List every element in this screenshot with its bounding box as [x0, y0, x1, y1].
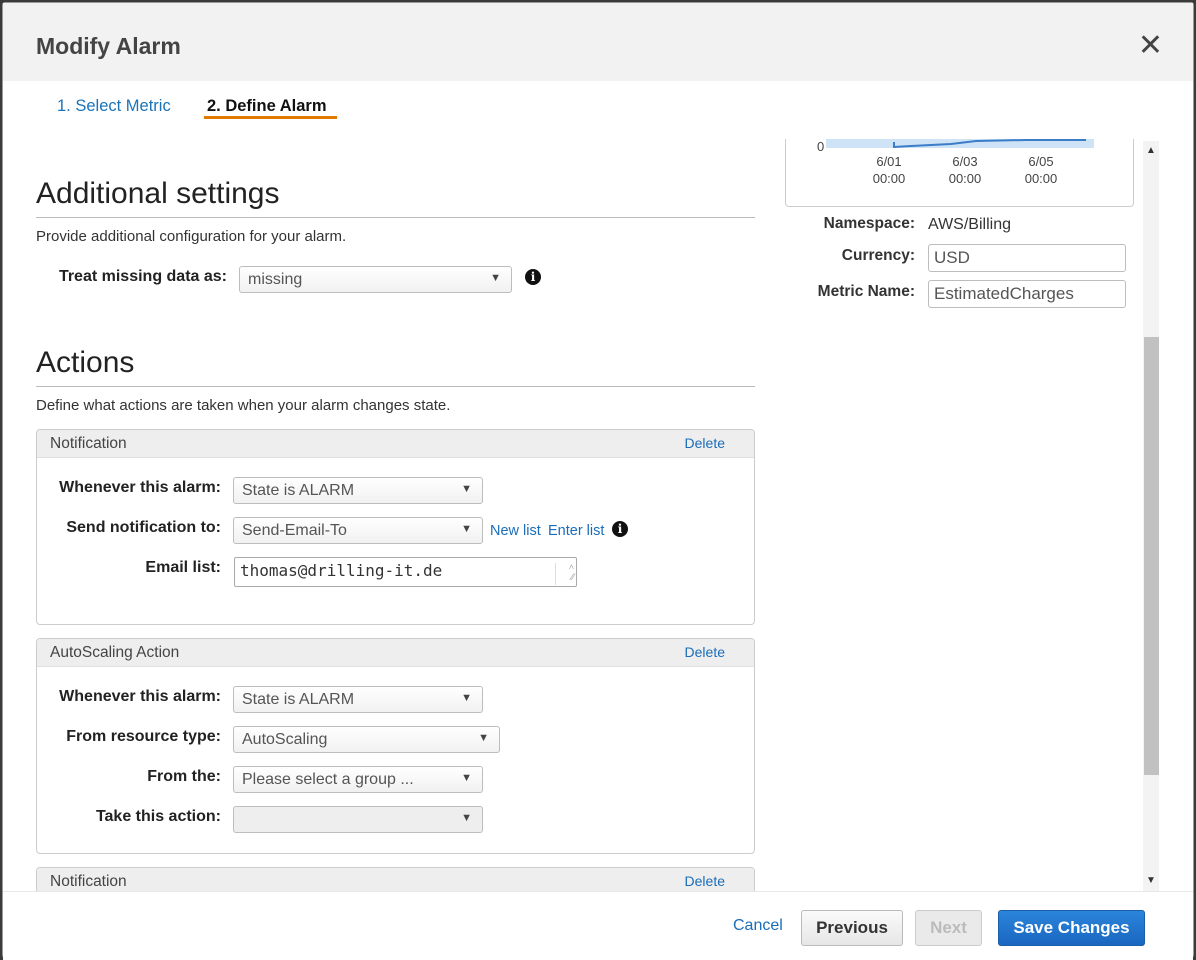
chart-x-tick-date: 6/01: [876, 154, 901, 169]
treat-missing-value: missing: [248, 271, 303, 288]
chart-x-tick-time: 00:00: [949, 171, 982, 186]
wizard-tabs: 1. Select Metric 2. Define Alarm: [3, 81, 1193, 139]
cancel-button[interactable]: Cancel: [733, 917, 783, 935]
scroll-down-icon[interactable]: ▼: [1146, 875, 1156, 886]
alarm-state-select[interactable]: State is ALARM ▼: [233, 477, 483, 504]
modal-header: Modify Alarm ✕: [3, 3, 1193, 82]
chevron-down-icon: ▼: [478, 732, 489, 744]
chart-x-tick-date: 6/05: [1028, 154, 1053, 169]
take-action-label: Take this action:: [95, 808, 221, 825]
alarm-state-value: State is ALARM: [242, 691, 355, 708]
next-button[interactable]: Next: [915, 910, 982, 946]
delete-link[interactable]: Delete: [685, 644, 725, 660]
treat-missing-label: Treat missing data as:: [58, 268, 227, 285]
whenever-label: Whenever this alarm:: [59, 479, 221, 496]
chevron-down-icon: ▼: [461, 772, 472, 784]
chevron-down-icon: ▼: [461, 812, 472, 824]
modal-content: 0 6/01 00:00 6/03 00:00 6/05 00:00 Names…: [3, 139, 1163, 891]
chart-y-tick: 0: [817, 139, 824, 154]
actions-heading: Actions: [36, 346, 135, 379]
send-notification-label: Send notification to:: [66, 519, 221, 536]
action-select[interactable]: ▼: [233, 806, 483, 833]
metric-chart-svg: 0 6/01 00:00 6/03 00:00 6/05 00:00: [817, 139, 1094, 186]
section-divider: [36, 217, 755, 218]
enter-list-link[interactable]: Enter list: [548, 523, 604, 539]
metric-chart: 0 6/01 00:00 6/03 00:00 6/05 00:00: [785, 139, 1134, 207]
tab-define-alarm[interactable]: 2. Define Alarm: [207, 97, 327, 116]
modify-alarm-dialog: Modify Alarm ✕ 1. Select Metric 2. Defin…: [2, 2, 1194, 960]
panel-title: Notification: [50, 435, 127, 452]
send-notification-value: Send-Email-To: [242, 522, 347, 539]
info-icon[interactable]: i: [612, 521, 628, 537]
new-list-link[interactable]: New list: [490, 523, 541, 539]
active-tab-indicator: [204, 116, 337, 119]
close-icon[interactable]: ✕: [1138, 31, 1163, 61]
whenever-label: Whenever this alarm:: [59, 688, 221, 705]
tab-select-metric[interactable]: 1. Select Metric: [57, 97, 171, 116]
chart-x-tick-date: 6/03: [952, 154, 977, 169]
chart-x-tick-time: 00:00: [873, 171, 906, 186]
chevron-down-icon: ▼: [461, 483, 472, 495]
previous-button[interactable]: Previous: [801, 910, 903, 946]
actions-description: Define what actions are taken when your …: [36, 397, 451, 414]
panel-header: Notification Delete: [37, 868, 754, 891]
modal-title: Modify Alarm: [36, 33, 181, 59]
scroll-up-icon[interactable]: ▲: [1146, 145, 1156, 156]
panel-title: Notification: [50, 873, 127, 890]
email-list-label: Email list:: [145, 559, 221, 576]
chevron-down-icon: ▼: [461, 692, 472, 704]
resource-type-select[interactable]: AutoScaling ▼: [233, 726, 500, 753]
namespace-value: AWS/Billing: [928, 216, 1011, 233]
notification-panel: Notification Delete Whenever this alarm:…: [36, 429, 755, 625]
resource-type-value: AutoScaling: [242, 731, 328, 748]
info-icon[interactable]: i: [525, 269, 541, 285]
metric-name-field[interactable]: EstimatedCharges: [928, 280, 1126, 308]
treat-missing-select[interactable]: missing ▼: [239, 266, 512, 293]
panel-title: AutoScaling Action: [50, 644, 180, 661]
scrollbar-thumb[interactable]: [1144, 337, 1159, 775]
alarm-state-select[interactable]: State is ALARM ▼: [233, 686, 483, 713]
save-changes-button[interactable]: Save Changes: [998, 910, 1145, 946]
group-value: Please select a group ...: [242, 771, 414, 788]
panel-header: AutoScaling Action Delete: [37, 639, 754, 667]
section-divider: [36, 386, 755, 387]
panel-header: Notification Delete: [37, 430, 754, 458]
from-group-label: From the:: [147, 768, 221, 785]
currency-label: Currency:: [841, 247, 915, 264]
currency-field[interactable]: USD: [928, 244, 1126, 272]
send-notification-select[interactable]: Send-Email-To ▼: [233, 517, 483, 544]
namespace-label: Namespace:: [823, 215, 915, 232]
email-list-textarea[interactable]: thomas@drilling-it.de ˄ ⁄⁄: [234, 557, 577, 587]
alarm-state-value: State is ALARM: [242, 482, 355, 499]
resize-handle-icon[interactable]: ˄ ⁄⁄: [555, 563, 574, 585]
delete-link[interactable]: Delete: [685, 435, 725, 451]
notification-panel: Notification Delete: [36, 867, 755, 891]
additional-settings-heading: Additional settings: [36, 177, 280, 210]
modal-footer: Cancel Previous Next Save Changes: [3, 891, 1193, 960]
email-list-value: thomas@drilling-it.de: [240, 561, 443, 580]
additional-settings-description: Provide additional configuration for you…: [36, 228, 347, 245]
chevron-down-icon: ▼: [461, 523, 472, 535]
delete-link[interactable]: Delete: [685, 873, 725, 889]
chevron-down-icon: ▼: [490, 272, 501, 284]
group-select[interactable]: Please select a group ... ▼: [233, 766, 483, 793]
metric-name-label: Metric Name:: [817, 283, 915, 300]
resource-type-label: From resource type:: [66, 728, 221, 745]
autoscaling-panel: AutoScaling Action Delete Whenever this …: [36, 638, 755, 854]
chart-x-tick-time: 00:00: [1025, 171, 1058, 186]
